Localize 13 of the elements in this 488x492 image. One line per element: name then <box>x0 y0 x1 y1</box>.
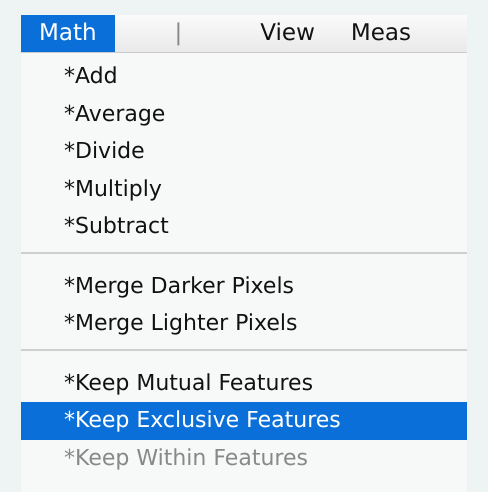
menu-title[interactable]: Meas <box>332 15 429 52</box>
menu-title[interactable]: Math <box>21 15 115 52</box>
menu-item[interactable]: *Merge Lighter Pixels <box>21 305 467 342</box>
menu-item[interactable]: *Keep Exclusive Features <box>21 402 467 440</box>
menu-divider-glyph: | <box>174 19 182 48</box>
menu-item[interactable]: *Add <box>21 58 467 96</box>
menu-item[interactable]: *Subtract <box>21 208 467 246</box>
menu-item[interactable]: *Keep Mutual Features <box>21 364 467 402</box>
menu-item[interactable]: *Average <box>21 96 467 133</box>
menu-item[interactable]: *Divide <box>21 133 467 170</box>
menu-item[interactable]: *Multiply <box>21 170 467 208</box>
menu-item[interactable]: *Merge Darker Pixels <box>21 268 467 305</box>
menu-title[interactable]: View <box>242 15 333 52</box>
